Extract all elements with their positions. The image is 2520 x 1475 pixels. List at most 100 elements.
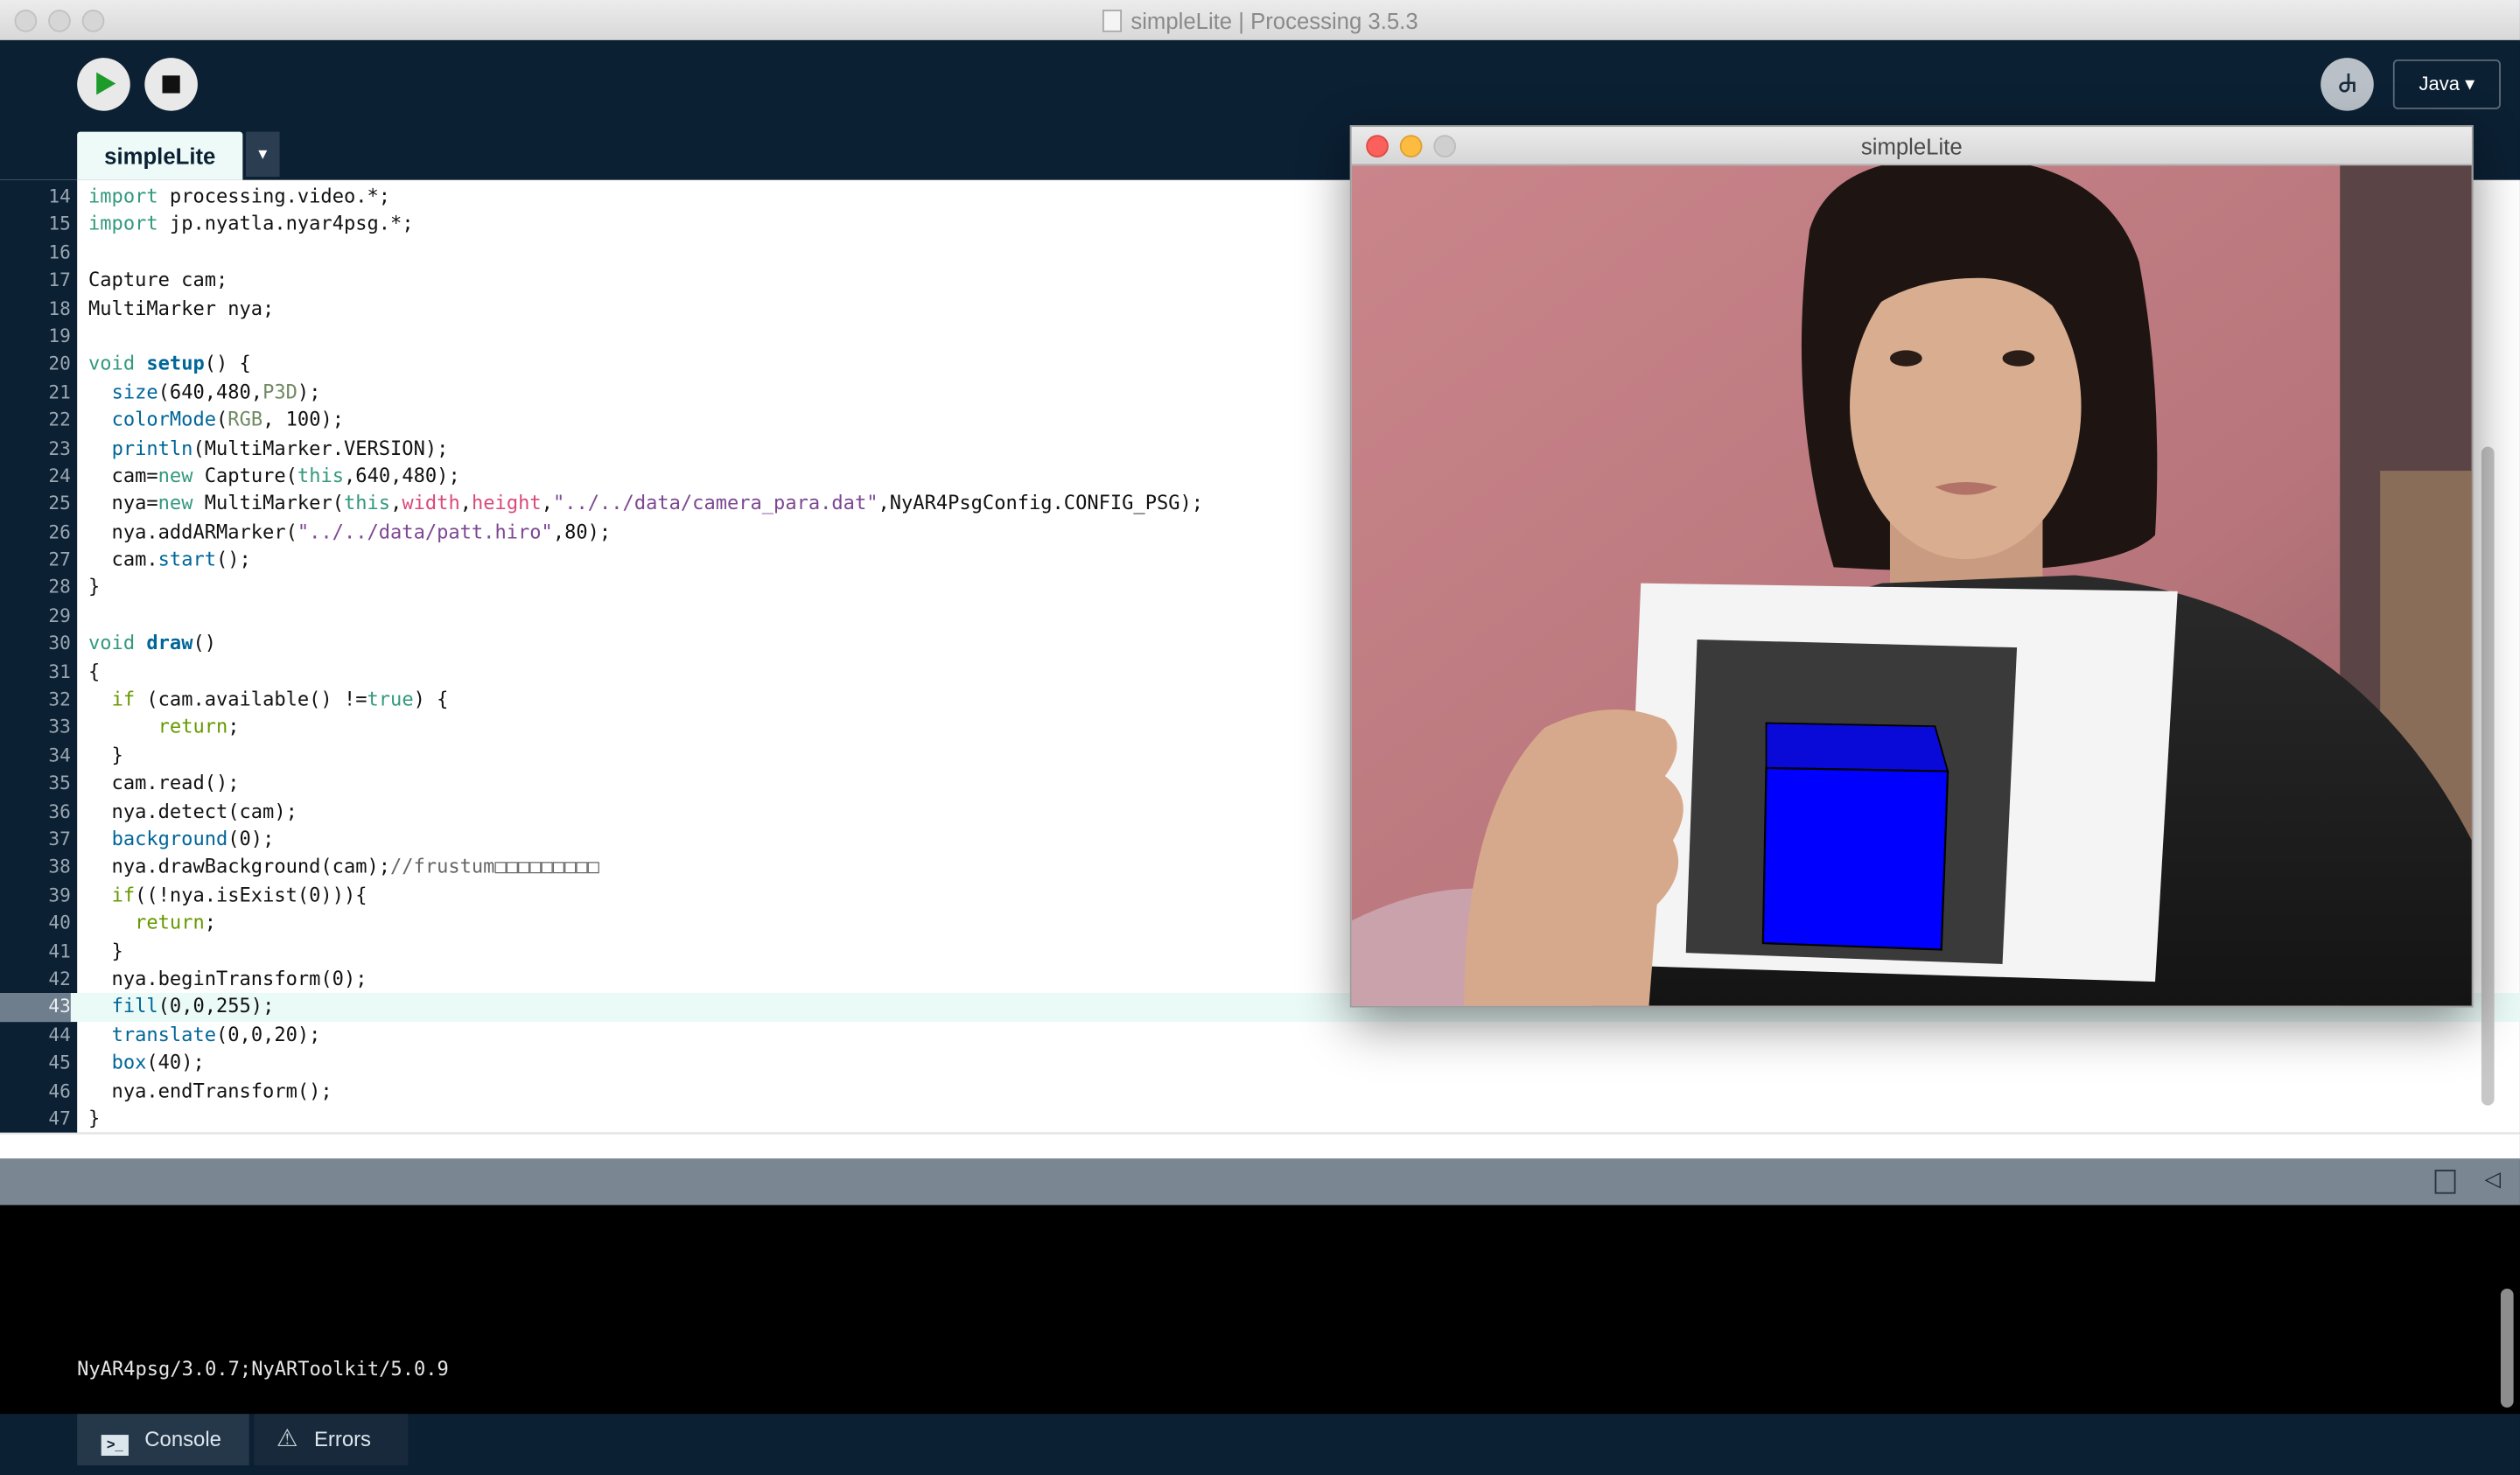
- tab-console[interactable]: >_ Console: [77, 1414, 249, 1465]
- tab-errors[interactable]: ⚠ Errors: [254, 1414, 409, 1465]
- line-number: 40: [48, 911, 71, 934]
- mode-selector[interactable]: Java ▾: [2392, 59, 2501, 109]
- code-text: import processing.video.*;: [88, 185, 391, 207]
- code-text: }: [88, 576, 101, 599]
- code-text: nya.beginTransform(0);: [88, 967, 368, 990]
- code-text: cam.start();: [88, 548, 251, 571]
- window-title-text: simpleLite | Processing 3.5.3: [1130, 8, 1418, 34]
- line-number: 39: [48, 883, 71, 906]
- sketch-title: simpleLite: [1860, 133, 1963, 159]
- sketch-canvas: [1351, 165, 2472, 1006]
- code-line[interactable]: 44 translate(0,0,20);: [0, 1022, 2520, 1050]
- line-number: 43: [0, 993, 71, 1022]
- code-text: Capture cam;: [88, 269, 228, 291]
- code-text: size(640,480,P3D);: [111, 380, 321, 403]
- debugger-button[interactable]: ꕈ: [2320, 58, 2374, 111]
- line-number: 28: [48, 576, 71, 599]
- left-eye: [1889, 350, 1922, 367]
- sketch-window: simpleLite: [1349, 125, 2474, 1008]
- line-number: 14: [48, 185, 71, 207]
- editor-scrollbar[interactable]: [2481, 446, 2495, 1106]
- code-text: box(40);: [111, 1051, 205, 1074]
- tab-menu-button[interactable]: ▾: [246, 131, 280, 178]
- line-number: 24: [48, 464, 71, 487]
- code-line[interactable]: 46 nya.endTransform();: [0, 1077, 2520, 1105]
- toolbar: ꕈ Java ▾: [0, 39, 2520, 130]
- line-number: 35: [48, 771, 71, 794]
- code-text: {: [88, 660, 101, 682]
- code-text: println(MultiMarker.VERSION);: [111, 436, 449, 459]
- copy-icon[interactable]: [2434, 1170, 2456, 1194]
- debugger-icon: ꕈ: [2337, 70, 2357, 99]
- code-text: nya.endTransform();: [88, 1079, 332, 1101]
- title-bar: simpleLite | Processing 3.5.3: [0, 0, 2520, 42]
- line-number: 44: [48, 1023, 71, 1046]
- tab-simplelite[interactable]: simpleLite: [77, 131, 243, 180]
- processing-ide: simpleLite | Processing 3.5.3 ꕈ Java ▾ s…: [0, 0, 2520, 1475]
- code-text: nya.addARMarker("../../data/patt.hiro",8…: [88, 520, 612, 543]
- console-splitter[interactable]: ◁: [0, 1158, 2520, 1206]
- line-number: 19: [48, 324, 71, 347]
- code-text: return;: [158, 716, 240, 738]
- line-number: 29: [48, 604, 71, 627]
- code-text: background(0);: [111, 827, 275, 850]
- line-number: 37: [48, 827, 71, 850]
- line-number: 42: [48, 967, 71, 990]
- line-number: 16: [48, 241, 71, 263]
- code-text: fill(0,0,255);: [111, 995, 275, 1018]
- code-text: nya.drawBackground(cam);//frustum□□□□□□□…: [88, 855, 599, 878]
- code-text: cam.read();: [88, 771, 240, 794]
- line-number: 22: [48, 408, 71, 431]
- line-number: 27: [48, 548, 71, 571]
- line-number: 15: [48, 213, 71, 235]
- line-number: 21: [48, 380, 71, 403]
- sketch-title-bar: simpleLite: [1351, 127, 2472, 166]
- line-number: 46: [48, 1079, 71, 1101]
- line-number: 45: [48, 1051, 71, 1074]
- line-number: 30: [48, 632, 71, 654]
- code-line[interactable]: 45 box(40);: [0, 1050, 2520, 1078]
- console-scrollbar[interactable]: [2500, 1288, 2514, 1408]
- code-text: nya=new MultiMarker(this,width,height,".…: [88, 492, 1204, 515]
- collapse-console-icon[interactable]: ◁: [2485, 1166, 2501, 1192]
- tab-errors-label: Errors: [313, 1426, 371, 1451]
- code-text: void draw(): [88, 632, 217, 654]
- code-text: return;: [135, 911, 217, 934]
- code-line[interactable]: 47}: [0, 1105, 2520, 1132]
- line-number: 47: [48, 1107, 71, 1129]
- line-number: 31: [48, 660, 71, 682]
- code-text: void setup() {: [88, 352, 251, 375]
- stop-button[interactable]: [144, 58, 198, 111]
- line-number: 18: [48, 296, 71, 319]
- console-icon: >_: [101, 1435, 129, 1456]
- code-text: MultiMarker nya;: [88, 296, 275, 319]
- code-text: colorMode(RGB, 100);: [111, 408, 345, 431]
- console-tab-bar: >_ Console ⚠ Errors: [0, 1414, 2520, 1475]
- line-number: 23: [48, 436, 71, 459]
- line-number: 41: [48, 939, 71, 962]
- line-number: 20: [48, 352, 71, 375]
- line-number: 34: [48, 744, 71, 766]
- right-eye: [2002, 350, 2035, 367]
- line-number: 36: [48, 799, 71, 822]
- play-icon: [96, 72, 116, 95]
- code-text: if (cam.available() !=true) {: [111, 688, 449, 710]
- code-text: }: [88, 744, 123, 766]
- cube-front-face: [1761, 766, 1950, 951]
- line-number: 32: [48, 688, 71, 710]
- line-number: 38: [48, 855, 71, 878]
- console-panel: NyAR4psg/3.0.7;NyARToolkit/5.0.9: [0, 1205, 2520, 1415]
- code-text: translate(0,0,20);: [111, 1023, 321, 1046]
- line-number: 33: [48, 716, 71, 738]
- document-icon: [1102, 10, 1122, 32]
- code-text: }: [88, 1107, 101, 1129]
- code-text: if((!nya.isExist(0))){: [111, 883, 368, 906]
- code-text: }: [88, 939, 123, 962]
- code-text: cam=new Capture(this,640,480);: [88, 464, 460, 487]
- run-button[interactable]: [77, 58, 130, 111]
- console-output: NyAR4psg/3.0.7;NyARToolkit/5.0.9: [77, 1357, 449, 1381]
- code-text: import jp.nyatla.nyar4psg.*;: [88, 213, 414, 235]
- line-number: 17: [48, 269, 71, 291]
- editor-bottom-margin: [0, 1132, 2520, 1161]
- line-number: 25: [48, 492, 71, 515]
